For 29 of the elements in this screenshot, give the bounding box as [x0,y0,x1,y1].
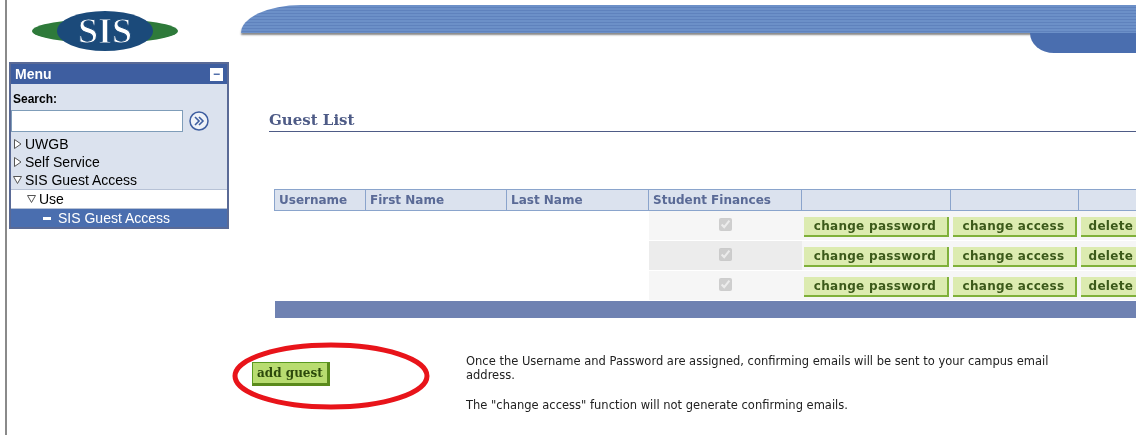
search-label: Search: [12,91,59,108]
menu-item[interactable]: UWGB [11,135,227,153]
column-header: Username [274,189,366,211]
action-button[interactable]: delete [1080,216,1136,237]
action-button[interactable]: change password [803,276,949,297]
search-field[interactable] [11,110,183,132]
note-text: Once the Username and Password are assigned, confirming emails will be sent to your campus email address. [466,354,1050,382]
menu-item[interactable]: SIS Guest Access [11,171,227,189]
action-button[interactable]: delete [1080,246,1136,267]
action-button[interactable]: change password [803,246,949,267]
action-button[interactable]: change access [952,246,1077,267]
action-button[interactable]: change password [803,216,949,237]
action-button[interactable]: delete [1080,276,1136,297]
menu-item[interactable]: SIS Guest Access [11,208,227,227]
action-button[interactable]: change access [952,216,1077,237]
add-guest-button[interactable]: add guest [252,362,330,386]
dash-icon [43,216,51,220]
collapse-button[interactable]: − [210,67,223,81]
note-text: The "change access" function will not generate confirming emails. [466,398,849,412]
page-title: Guest List [269,111,1136,132]
action-button[interactable]: change access [952,276,1077,297]
go-icon[interactable] [189,111,209,131]
menu-item[interactable]: Self Service [11,153,227,171]
column-header: First Name [365,189,507,211]
logo: SIS [30,9,180,53]
menu-item[interactable]: Use [11,189,227,208]
menu-title: Menu [15,66,52,82]
column-header: Last Name [506,189,649,211]
column-header: Student Finances [648,189,802,211]
